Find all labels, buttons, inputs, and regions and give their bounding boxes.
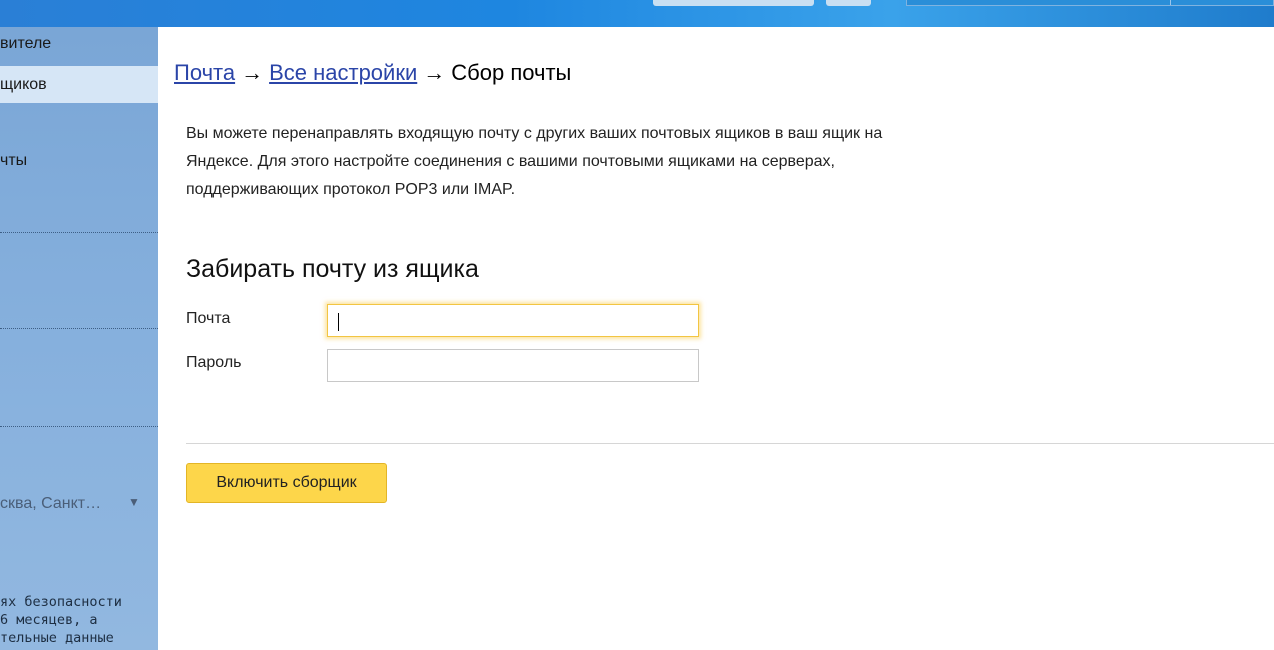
sidebar-divider <box>0 232 158 233</box>
security-note-line: ях безопасности <box>0 594 122 610</box>
breadcrumb-arrow: → <box>241 60 264 85</box>
region-select-value: сква, Санкт… <box>0 495 102 512</box>
password-label: Пароль <box>186 354 242 371</box>
breadcrumb: Почта → Все настройки → Сбор почты <box>174 60 571 86</box>
breadcrumb-link-all-settings[interactable]: Все настройки <box>269 60 417 85</box>
sidebar-divider <box>0 328 158 329</box>
header-search-box[interactable] <box>906 0 1274 6</box>
header-button[interactable] <box>653 0 814 6</box>
email-input[interactable] <box>327 304 699 337</box>
section-title: Забирать почту из ящика <box>186 255 479 283</box>
breadcrumb-current: Сбор почты <box>451 60 572 85</box>
sidebar-item-mail[interactable]: чты <box>0 152 27 170</box>
chevron-down-icon: ▼ <box>128 495 140 509</box>
text-caret <box>338 313 339 331</box>
security-note-line: тельные данные <box>0 630 114 646</box>
form-divider <box>186 443 1274 444</box>
password-input[interactable] <box>327 349 699 382</box>
sidebar-item-mail-collectors[interactable]: щиков <box>0 66 158 103</box>
intro-text: Вы можете перенаправлять входящую почту … <box>186 125 883 198</box>
email-label: Почта <box>186 310 231 327</box>
search-separator <box>1170 0 1171 5</box>
breadcrumb-arrow: → <box>423 60 446 85</box>
top-header <box>0 0 1274 27</box>
settings-sidebar: вителе щиков чты сква, Санкт… ▼ ях безоп… <box>0 27 158 650</box>
header-small-button[interactable] <box>826 0 871 6</box>
region-select[interactable]: сква, Санкт… ▼ <box>0 495 150 513</box>
enable-collector-button[interactable]: Включить сборщик <box>186 463 387 503</box>
sidebar-item-senders[interactable]: вителе <box>0 35 51 53</box>
sidebar-divider <box>0 426 158 427</box>
security-note-line: 6 месяцев, а <box>0 612 98 628</box>
breadcrumb-link-mail[interactable]: Почта <box>174 60 235 85</box>
security-note: ях безопасности 6 месяцев, а тельные дан… <box>0 593 158 647</box>
